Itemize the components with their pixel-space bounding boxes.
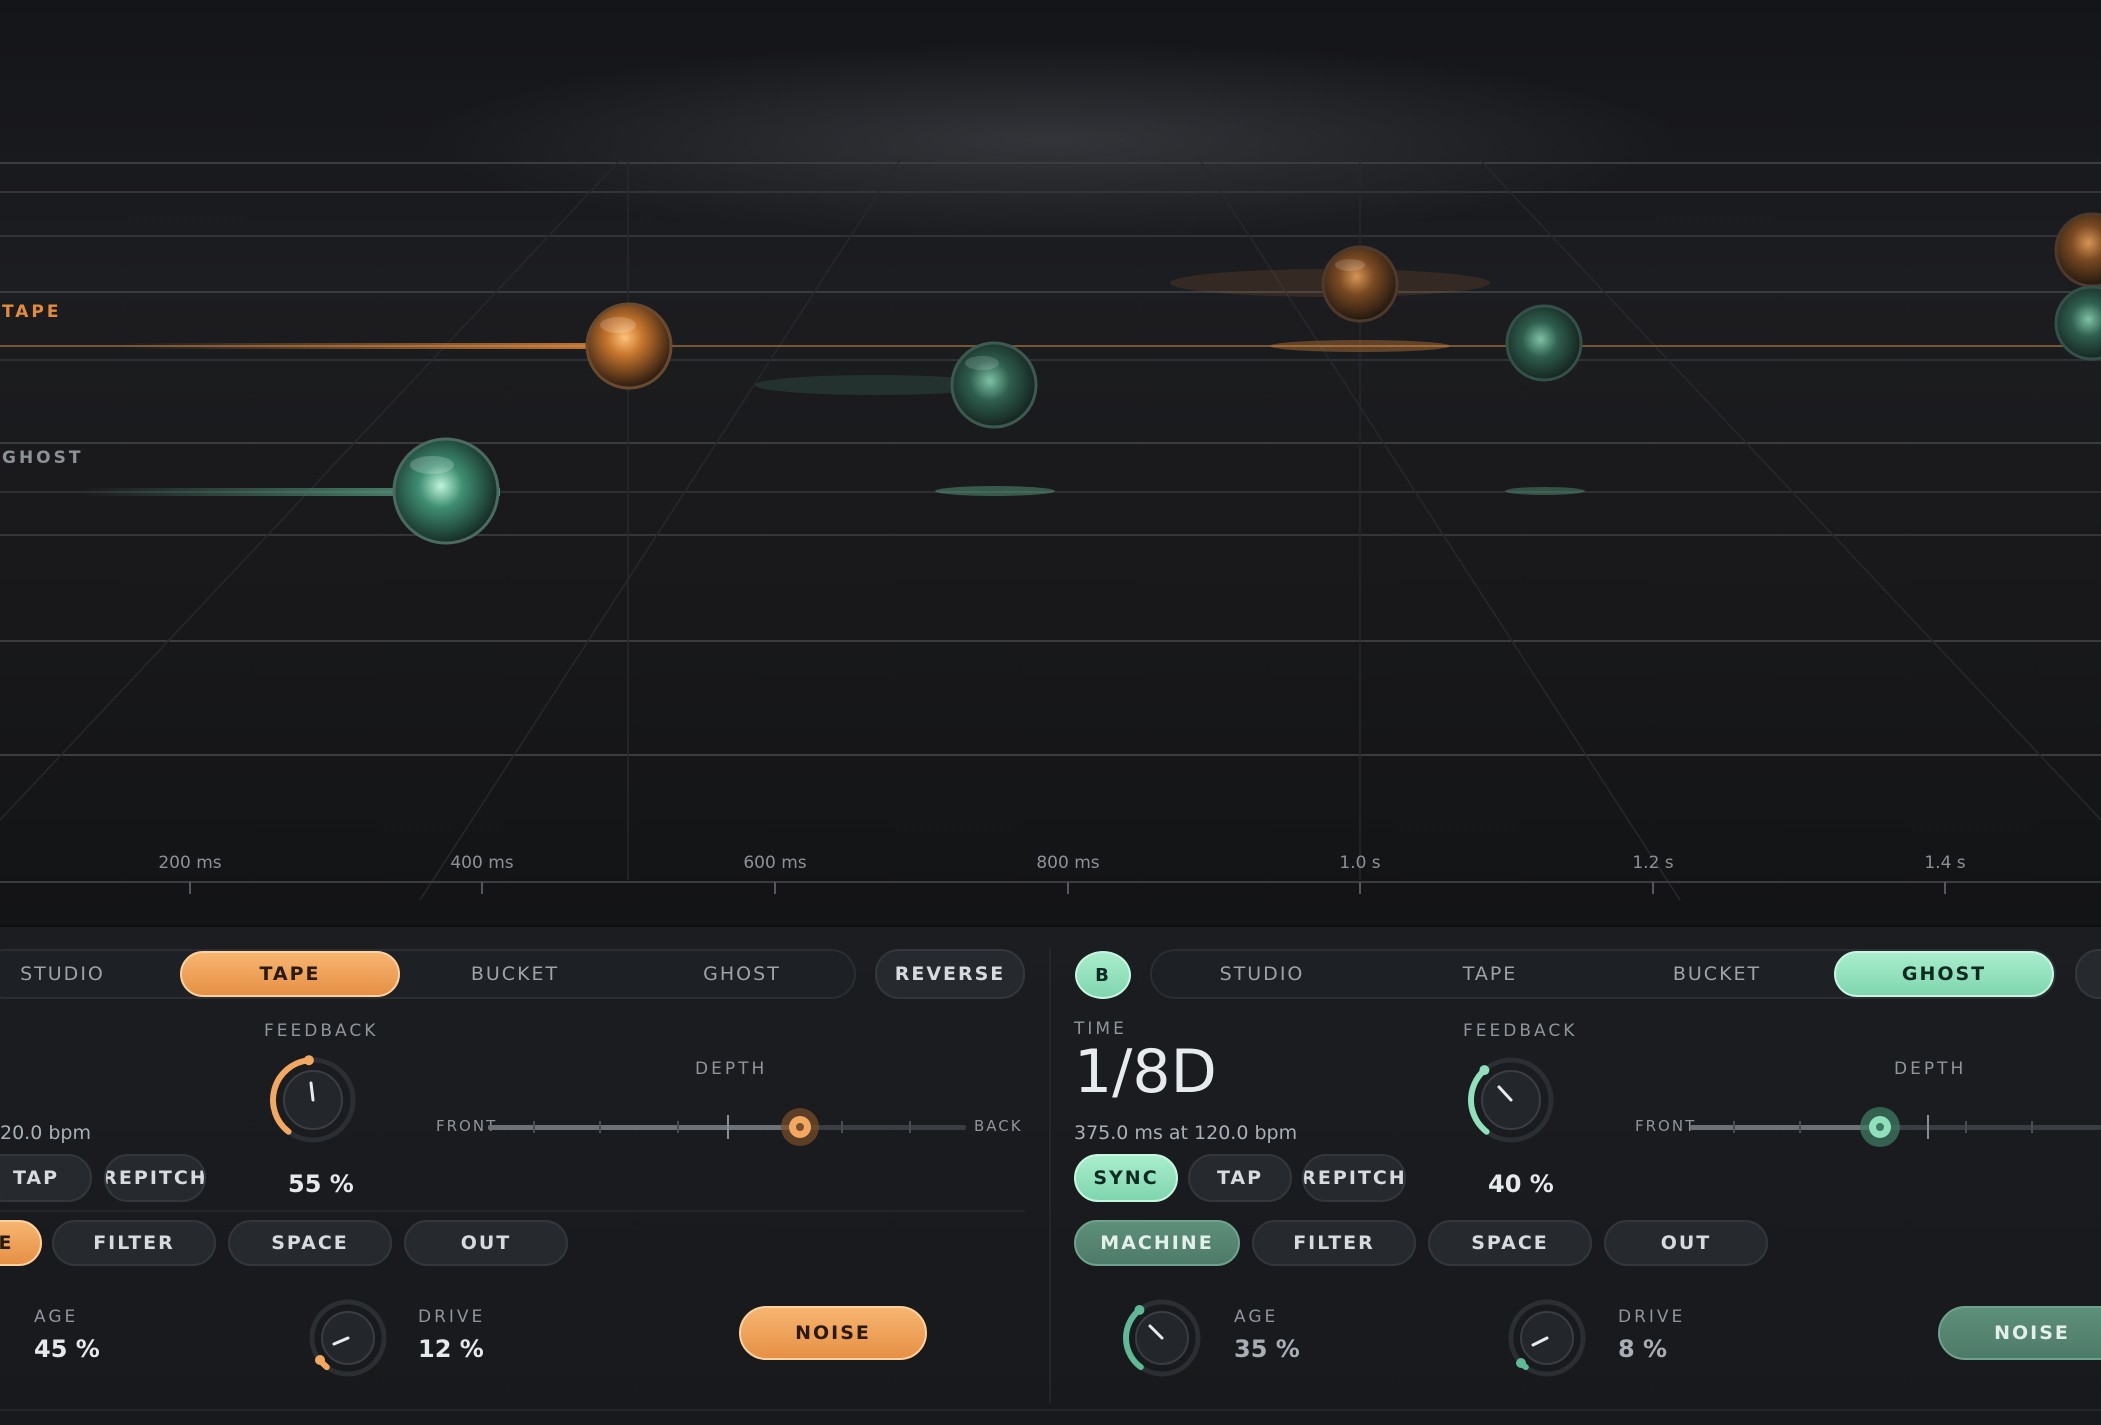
deck-a-tab-space[interactable]: SPACE (228, 1220, 392, 1266)
grid-lines (0, 162, 2101, 883)
deck-a-mode-ghost[interactable]: GHOST (632, 951, 852, 997)
deck-a-tab-filter[interactable]: FILTER (52, 1220, 216, 1266)
deck-b-mode-tape[interactable]: TAPE (1378, 951, 1602, 997)
deck-a-tab-e[interactable]: E (0, 1220, 42, 1266)
deck-b-drive-value: 8 % (1618, 1335, 1668, 1363)
deck-b-feedback-value: 40 % (1488, 1170, 1554, 1198)
deck-b-age-knob[interactable] (1120, 1296, 1204, 1380)
time-axis-ticks (189, 882, 1946, 894)
deck-b-depth-label: DEPTH (1894, 1059, 1967, 1079)
time-tick-label: 800 ms (1036, 853, 1100, 873)
ghost-glow-2 (1505, 487, 1585, 495)
deck-a-tap-button[interactable]: TAP (0, 1154, 92, 1202)
time-tick-label: 400 ms (450, 853, 514, 873)
deck-b-tap-button[interactable]: TAP (1188, 1154, 1292, 1202)
time-tick-label: 1.2 s (1632, 853, 1674, 873)
time-tick-label: 1.0 s (1339, 853, 1381, 873)
deck-b-time-label: TIME (1074, 1019, 1127, 1039)
deck-a-feedback-label: FEEDBACK (264, 1021, 379, 1041)
deck-b-sync-button[interactable]: SYNC (1074, 1154, 1178, 1202)
deck-a-separator (0, 1210, 1025, 1212)
deck-a-drive-knob[interactable] (306, 1296, 390, 1380)
visualizer-canvas (0, 159, 2101, 901)
deck-a-mode-bucket[interactable]: BUCKET (405, 951, 625, 997)
echo-orb-orange-3 (2054, 212, 2101, 288)
deck-a-mode-studio[interactable]: STUDIO (0, 951, 125, 997)
control-panel: STUDIO TAPE BUCKET GHOST REVERSE 20.0 bp… (0, 925, 2101, 1425)
deck-a-tempo-text: 20.0 bpm (0, 1122, 91, 1144)
deck-a-noise-button[interactable]: NOISE (739, 1306, 927, 1360)
deck-b-tab-space[interactable]: SPACE (1428, 1220, 1592, 1266)
echo-orb-green-4 (2054, 285, 2101, 361)
deck-b-drive-knob[interactable] (1505, 1296, 1589, 1380)
deck-b-repitch-button[interactable]: REPITCH (1302, 1154, 1406, 1202)
deck-b-mode-bucket[interactable]: BUCKET (1605, 951, 1829, 997)
tape-glow (1270, 340, 1450, 352)
perspective-lines (0, 159, 2101, 901)
deck-a-repitch-button[interactable]: REPITCH (104, 1154, 206, 1202)
deck-b-tab-filter[interactable]: FILTER (1252, 1220, 1416, 1266)
deck-a-age-label: AGE (34, 1307, 79, 1327)
deck-divider (1049, 947, 1051, 1403)
track-label-ghost: GHOST (2, 448, 84, 468)
deck-b-age-value: 35 % (1234, 1335, 1300, 1363)
ghost-glow-1 (935, 486, 1055, 496)
deck-b-tab-machine[interactable]: MACHINE (1074, 1220, 1240, 1266)
deck-a-drive-label: DRIVE (418, 1307, 486, 1327)
deck-b-time-sub: 375.0 ms at 120.0 bpm (1074, 1122, 1298, 1144)
tape-trail (120, 343, 630, 349)
echo-orb-green-3 (1505, 304, 1583, 382)
deck-b-mode-ghost[interactable]: GHOST (1834, 951, 2054, 997)
deck-a-feedback-value: 55 % (288, 1170, 354, 1198)
deck-b-depth-front-label: FRONT (1635, 1117, 1697, 1135)
deck-b-mode-studio[interactable]: STUDIO (1150, 951, 1374, 997)
deck-b-time-value: 1/8D (1074, 1037, 1217, 1107)
deck-b-feedback-knob[interactable] (1466, 1055, 1556, 1145)
deck-a-depth-back-label: BACK (974, 1117, 1023, 1135)
deck-b-age-label: AGE (1234, 1307, 1279, 1327)
delay-visualizer: TAPE GHOST 200 ms 400 ms 600 ms 800 ms 1… (0, 0, 2101, 925)
deck-b-depth-slider[interactable] (1690, 1107, 2101, 1147)
deck-a-feedback-knob[interactable] (268, 1055, 358, 1145)
echo-orb-green-1 (392, 437, 500, 545)
panel-bottom-rule (0, 1409, 2101, 1411)
deck-b-feedback-label: FEEDBACK (1463, 1021, 1578, 1041)
deck-b-tab-out[interactable]: OUT (1604, 1220, 1768, 1266)
echo-orb-orange-1 (585, 302, 673, 390)
deck-a-reverse-button[interactable]: REVERSE (875, 949, 1025, 999)
deck-a-mode-tape[interactable]: TAPE (180, 951, 400, 997)
deck-a-age-value: 45 % (34, 1335, 100, 1363)
time-tick-label: 200 ms (158, 853, 222, 873)
time-tick-label: 1.4 s (1924, 853, 1966, 873)
deck-a-drive-value: 12 % (418, 1335, 484, 1363)
deck-b-extra-button[interactable] (2075, 949, 2101, 999)
deck-a-depth-slider[interactable] (488, 1107, 968, 1147)
track-label-tape: TAPE (2, 302, 62, 322)
deck-a-tab-out[interactable]: OUT (404, 1220, 568, 1266)
time-tick-label: 600 ms (743, 853, 807, 873)
deck-b-drive-label: DRIVE (1618, 1307, 1686, 1327)
deck-a-depth-label: DEPTH (695, 1059, 768, 1079)
deck-b-noise-button[interactable]: NOISE (1938, 1306, 2101, 1360)
echo-orb-orange-2 (1321, 245, 1399, 323)
deck-b-badge[interactable]: B (1075, 951, 1131, 999)
echo-orb-green-2 (950, 341, 1038, 429)
